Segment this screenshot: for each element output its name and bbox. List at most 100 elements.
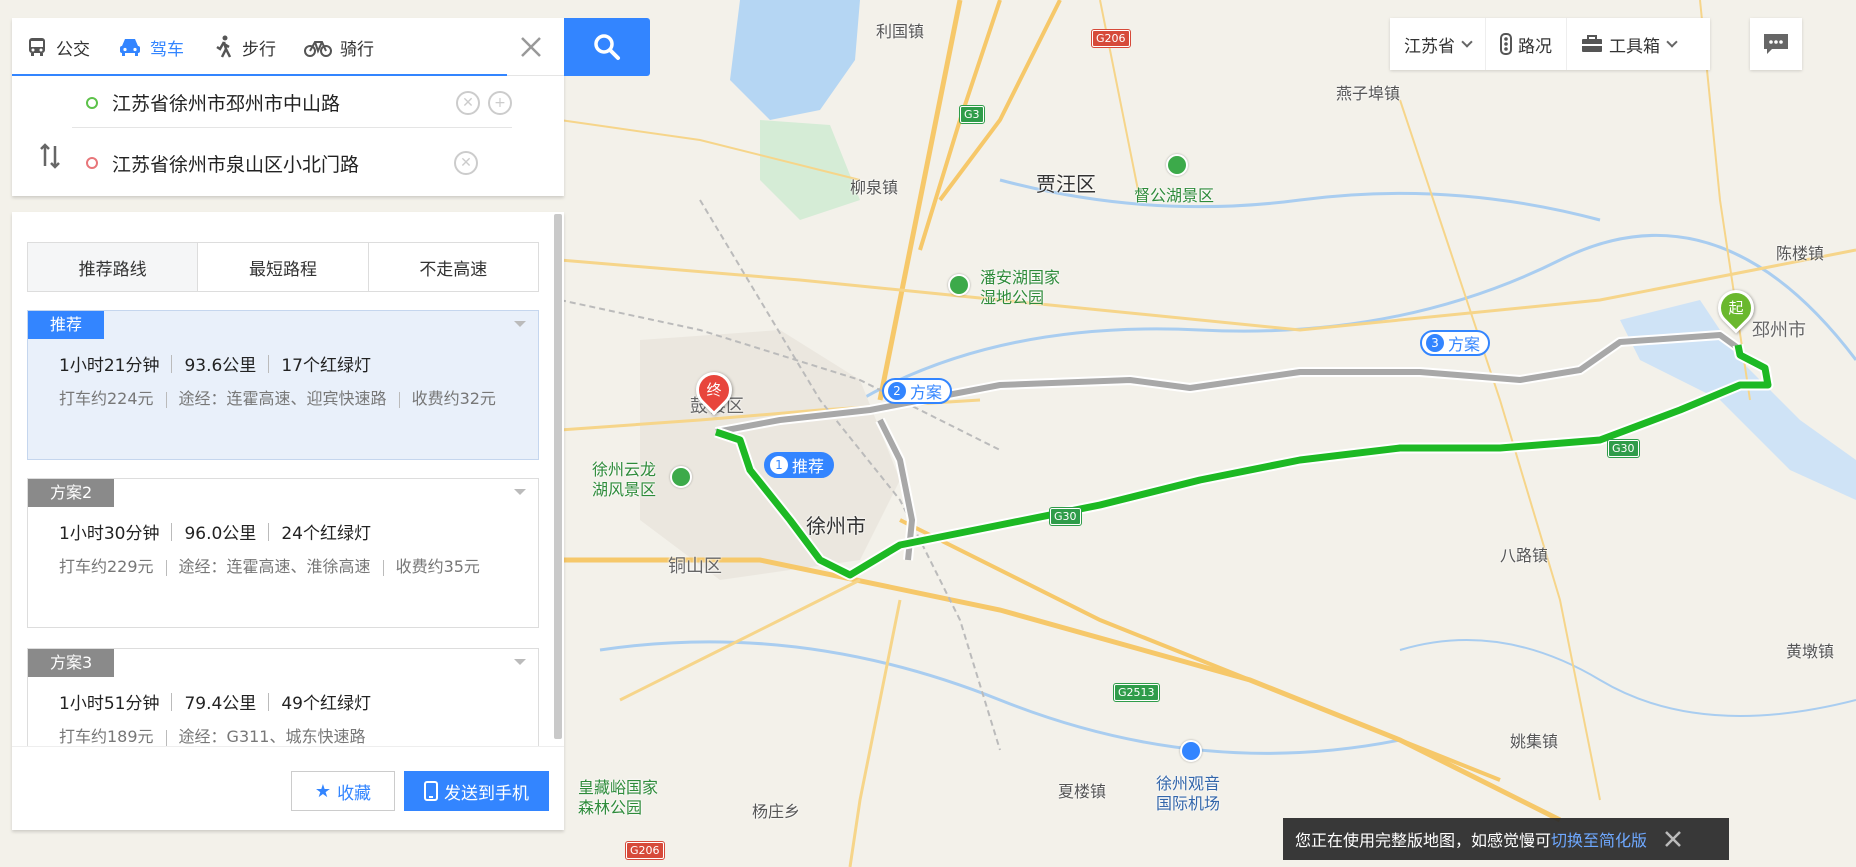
close-icon[interactable]	[1663, 829, 1683, 849]
origin-dot-icon	[86, 96, 98, 109]
search-button[interactable]	[564, 18, 650, 76]
route-search-box: 公交 驾车 步行 骑行 江苏省徐州市邳州市中山路 ✕ + 江苏省徐州市泉山区小北…	[12, 18, 564, 196]
toolbox-icon	[1582, 35, 1602, 52]
scenic-poi-icon[interactable]	[670, 466, 692, 488]
start-pin-label: 起	[1728, 299, 1744, 317]
map-label-jiawang: 贾汪区	[1036, 172, 1096, 196]
tab-walk[interactable]: 步行	[198, 18, 290, 76]
plan-taxi: 打车约189元	[59, 727, 154, 746]
map-label-airport2[interactable]: 国际机场	[1156, 790, 1220, 814]
road-shield-g2513: G2513	[1113, 683, 1160, 702]
airport-icon[interactable]	[1180, 740, 1202, 762]
plan-summary: 1小时21分钟 93.6公里 17个红绿灯	[28, 339, 538, 376]
traffic-light-icon	[1500, 33, 1512, 55]
plan-summary: 1小时30分钟 96.0公里 24个红绿灯	[28, 507, 538, 544]
end-pin-label: 终	[706, 381, 722, 399]
plan-lights: 24个红绿灯	[281, 524, 371, 544]
tab-avoid-highway[interactable]: 不走高速	[369, 243, 538, 291]
search-icon	[594, 34, 620, 60]
route-tag-label: 方案	[1448, 335, 1481, 354]
close-icon[interactable]	[516, 32, 546, 62]
tab-shortest-route[interactable]: 最短路程	[198, 243, 369, 291]
route-tag-recommended[interactable]: 1 推荐	[764, 452, 835, 478]
scrollbar[interactable]	[554, 214, 562, 739]
star-icon: ★	[314, 780, 332, 802]
scenic-poi-icon[interactable]	[1166, 154, 1188, 176]
province-dropdown[interactable]: 江苏省	[1390, 18, 1486, 70]
notice-text: 您正在使用完整版地图，如感觉慢可	[1295, 831, 1552, 850]
map-label-panan2[interactable]: 湿地公园	[980, 288, 1044, 308]
map-label-yaoji: 姚集镇	[1510, 732, 1559, 751]
clear-destination-icon[interactable]: ✕	[454, 151, 478, 175]
map-label-dugong[interactable]: 督公湖景区	[1134, 186, 1214, 206]
road-shield-g3: G3	[959, 105, 985, 124]
map-label-pizhou: 邳州市	[1752, 320, 1806, 341]
toolbox-label: 工具箱	[1609, 36, 1660, 57]
route-number: 1	[770, 456, 788, 474]
tab-drive[interactable]: 驾车	[104, 18, 198, 76]
plan-distance: 96.0公里	[184, 524, 257, 544]
plan-card[interactable]: 推荐 1小时21分钟 93.6公里 17个红绿灯 打车约224元 途经：连霍高速、…	[27, 310, 539, 460]
destination-row[interactable]: 江苏省徐州市泉山区小北门路 ✕	[72, 138, 512, 188]
bus-icon	[29, 38, 45, 56]
route-number: 2	[888, 382, 906, 400]
switch-simple-link[interactable]: 切换至简化版	[1551, 827, 1647, 851]
map-label-panan1[interactable]: 潘安湖国家	[980, 268, 1060, 288]
tab-label: 驾车	[150, 39, 184, 60]
plan-distance: 93.6公里	[184, 356, 257, 376]
favorite-button[interactable]: ★ 收藏	[291, 771, 395, 811]
bike-icon	[304, 41, 332, 57]
plan-card[interactable]: 方案2 1小时30分钟 96.0公里 24个红绿灯 打车约229元 途经：连霍高速…	[27, 478, 539, 628]
tab-recommended-route[interactable]: 推荐路线	[28, 243, 199, 291]
swap-icon[interactable]	[38, 142, 62, 170]
plan-time: 1小时51分钟	[59, 694, 160, 714]
route-number: 3	[1426, 334, 1444, 352]
route-tag-plan3[interactable]: 3 方案	[1420, 330, 1491, 356]
expand-caret-icon[interactable]	[514, 321, 526, 327]
destination-input[interactable]: 江苏省徐州市泉山区小北门路	[112, 150, 446, 177]
tab-bike[interactable]: 骑行	[290, 18, 388, 76]
plan-details: 打车约229元 途经：连霍高速、淮徐高速 收费约35元	[28, 544, 538, 583]
plan-card[interactable]: 方案3 1小时51分钟 79.4公里 49个红绿灯 打车约189元 途经：G311…	[27, 648, 539, 746]
tab-divider-line	[12, 74, 507, 76]
tab-bus[interactable]: 公交	[12, 18, 104, 76]
map-label-xiaxian: 夏楼镇	[1058, 782, 1107, 801]
travel-mode-tabs: 公交 驾车 步行 骑行	[12, 18, 564, 76]
clear-origin-icon[interactable]: ✕	[456, 90, 480, 115]
map-label-huangcang2[interactable]: 森林公园	[578, 798, 642, 818]
plan-distance: 79.4公里	[184, 694, 257, 714]
origin-input[interactable]: 江苏省徐州市邳州市中山路	[112, 89, 448, 116]
map-label-balu: 八路镇	[1500, 546, 1549, 565]
scenic-poi-icon[interactable]	[948, 274, 970, 296]
tab-label: 骑行	[340, 39, 374, 60]
car-icon	[120, 39, 140, 56]
plan-lights: 49个红绿灯	[281, 694, 371, 714]
map-label-yunlong2[interactable]: 湖风景区	[592, 480, 656, 500]
add-waypoint-icon[interactable]: +	[488, 90, 512, 115]
map-label-yunlong1[interactable]: 徐州云龙	[592, 460, 656, 480]
map-label-huangcang1[interactable]: 皇藏峪国家	[578, 778, 658, 798]
chevron-down-icon	[1461, 36, 1473, 48]
toolbox-dropdown[interactable]: 工具箱	[1567, 18, 1690, 70]
map-label-liguo: 利国镇	[876, 22, 925, 41]
expand-caret-icon[interactable]	[514, 659, 526, 665]
map-label-liuquan: 柳泉镇	[850, 178, 899, 197]
plan-time: 1小时21分钟	[59, 356, 160, 376]
send-to-phone-button[interactable]: 发送到手机	[404, 771, 549, 811]
road-shield-g206: G206	[1091, 29, 1131, 48]
message-button[interactable]	[1750, 18, 1802, 70]
route-tag-plan2[interactable]: 2 方案	[882, 378, 953, 404]
map-toolbar: 江苏省 路况 工具箱	[1390, 18, 1710, 70]
chat-bubble-icon	[1764, 34, 1788, 54]
route-result-panel: 推荐路线 最短路程 不走高速 推荐 1小时21分钟 93.6公里 17个红绿灯 …	[12, 212, 564, 830]
plan-toll: 收费约35元	[395, 557, 480, 576]
expand-caret-icon[interactable]	[514, 489, 526, 495]
origin-row[interactable]: 江苏省徐州市邳州市中山路 ✕ +	[72, 78, 512, 128]
plan-badge: 方案2	[28, 479, 115, 507]
road-shield-g206: G206	[625, 841, 665, 860]
plan-badge: 推荐	[28, 311, 105, 339]
plan-taxi: 打车约229元	[59, 557, 154, 576]
traffic-button[interactable]: 路况	[1486, 18, 1567, 70]
road-shield-g30: G30	[1607, 439, 1640, 458]
tab-label: 公交	[56, 39, 90, 60]
